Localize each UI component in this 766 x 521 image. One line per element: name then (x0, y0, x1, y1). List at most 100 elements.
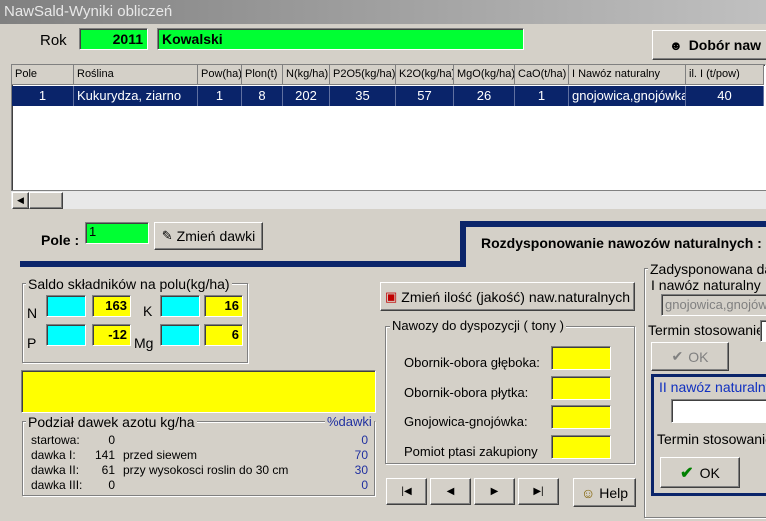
prev-icon: ◀ (446, 486, 455, 497)
column-header[interactable]: K2O(kg/ha) (396, 65, 454, 85)
table-cell[interactable]: 26 (454, 86, 515, 106)
zmien-dawki-button[interactable]: ✎ Zmień dawki (154, 222, 263, 250)
table-cell[interactable]: 57 (396, 86, 454, 106)
column-header[interactable]: Roślina (74, 65, 198, 85)
name-input[interactable]: Kowalski (157, 28, 524, 50)
pole-input[interactable]: 1 (85, 222, 149, 244)
podzial-row-pct: 70 (354, 448, 368, 462)
column-header[interactable]: Pole (12, 65, 74, 85)
podzial-title: Podział dawek azotu kg/ha (26, 414, 197, 430)
column-header[interactable]: MgO(kg/ha) (454, 65, 515, 85)
zadysponowana-title: Zadysponowana da (648, 261, 766, 277)
mg-value[interactable]: 6 (204, 324, 243, 346)
table-cell[interactable]: 1 (12, 86, 74, 106)
nawoz-item-label: Gnojowica-gnojówka: (404, 414, 528, 429)
podzial-row-desc: przy wysokosci roslin do 30 cm (123, 463, 289, 477)
ok2-label: OK (699, 464, 720, 481)
ok-label: OK (688, 348, 709, 365)
column-header[interactable]: Plon(t) (242, 65, 283, 85)
check-icon: ✔ (671, 348, 684, 364)
podzial-row-label: startowa: (31, 433, 80, 447)
i-nawoz-field[interactable]: gnojowica,gnojów (661, 294, 766, 316)
nav-last-button[interactable]: ▶| (518, 478, 559, 505)
dobor-icon: ☻ (669, 37, 683, 53)
column-header[interactable]: CaO(t/ha) (515, 65, 569, 85)
help-icon: ☺ (580, 484, 596, 501)
first-icon: |◀ (401, 486, 412, 497)
column-header[interactable]: N(kg/ha) (283, 65, 330, 85)
blue-divider (20, 261, 466, 267)
check-green-icon: ✔ (680, 464, 694, 482)
p-cyan-field[interactable] (46, 324, 86, 346)
results-table[interactable]: Pole Roślina Pow(ha) Plon(t) N(kg/ha) P2O5(kg… (11, 64, 766, 191)
ok-button[interactable]: ✔ OK (660, 457, 740, 488)
podzial-pct-title: %dawki (325, 414, 374, 429)
scroll-left-icon[interactable]: ◀ (12, 192, 29, 209)
column-header[interactable]: I Nawóz naturalny (569, 65, 686, 85)
message-box (21, 370, 376, 413)
podzial-row-pct: 0 (361, 433, 368, 447)
table-cell[interactable]: 40 (686, 86, 764, 106)
table-cell[interactable]: Kukurydza, ziarno (74, 86, 198, 106)
i-nawoz-label: I nawóz naturalny (651, 277, 761, 293)
next-icon: ▶ (490, 486, 499, 497)
zmien-ilosc-label: Zmień ilość (jakość) naw.naturalnych (401, 288, 631, 305)
table-cell[interactable]: 35 (330, 86, 396, 106)
n-value[interactable]: 163 (92, 295, 131, 317)
nawoz-item-label: Obornik-obora płytka: (404, 385, 529, 400)
nav-prev-button[interactable]: ◀ (430, 478, 471, 505)
help-button[interactable]: ☺ Help (573, 478, 636, 507)
scroll-thumb[interactable] (29, 192, 63, 209)
zmien-ilosc-button[interactable]: ▣ Zmień ilość (jakość) naw.naturalnych (380, 282, 635, 311)
nawoz-item-label: Pomiot ptasi zakupiony (404, 444, 538, 459)
n-cyan-field[interactable] (46, 295, 86, 317)
mg-cyan-field[interactable] (160, 324, 200, 346)
termin-field[interactable] (760, 320, 766, 342)
saldo-title: Saldo składników na polu(kg/ha) (26, 276, 232, 292)
window-title: NawSald-Wyniki obliczeń (0, 0, 766, 24)
table-cell[interactable]: 1 (198, 86, 242, 106)
horizontal-scrollbar[interactable]: ◀ (11, 190, 766, 209)
dobor-button-label: Dobór naw (688, 37, 762, 53)
rok-input[interactable]: 2011 (79, 28, 148, 50)
rok-label: Rok (40, 32, 67, 49)
podzial-row-value: 0 (108, 433, 115, 447)
nawoz-item-field[interactable] (551, 435, 611, 459)
edit-icon: ✎ (161, 228, 173, 243)
table-cell[interactable]: 8 (242, 86, 283, 106)
nawoz-item-field[interactable] (551, 346, 611, 370)
table-cell[interactable]: gnojowica,gnojówka (569, 86, 686, 106)
column-header[interactable]: Pow(ha) (198, 65, 242, 85)
k-value[interactable]: 16 (204, 295, 243, 317)
k-cyan-field[interactable] (160, 295, 200, 317)
dobor-button[interactable]: ☻ Dobór naw (652, 30, 766, 60)
nav-first-button[interactable]: |◀ (386, 478, 427, 505)
nawoz-item-label: Obornik-obora głęboka: (404, 355, 540, 370)
termin2-label: Termin stosowanie (657, 431, 766, 447)
n-label: N (27, 305, 38, 321)
p-value[interactable]: -12 (92, 324, 131, 346)
podzial-row-desc: przed siewem (123, 448, 198, 462)
podzial-row-pct: 30 (354, 463, 368, 477)
nawoz-item-field[interactable] (551, 405, 611, 429)
blue-divider-vertical (460, 221, 466, 267)
nav-next-button[interactable]: ▶ (474, 478, 515, 505)
k-label: K (143, 303, 153, 319)
p-label: P (27, 335, 37, 351)
table-cell[interactable]: 202 (283, 86, 330, 106)
ok-button-disabled[interactable]: ✔ OK (651, 342, 729, 371)
ii-nawoz-field[interactable] (671, 399, 766, 423)
podzial-row-label: dawka I: (31, 448, 76, 462)
termin-label: Termin stosowanie (648, 322, 764, 338)
podzial-row-pct: 0 (361, 478, 368, 492)
column-header[interactable]: il. I (t/pow) (686, 65, 764, 85)
podzial-row-label: dawka II: (31, 463, 80, 477)
blue-divider-top (460, 221, 766, 227)
podzial-row-value: 0 (108, 478, 115, 492)
nawoz-item-field[interactable] (551, 376, 611, 400)
column-header[interactable]: P2O5(kg/ha) (330, 65, 396, 85)
edit-doc-icon: ▣ (384, 288, 398, 304)
table-cell[interactable]: 1 (515, 86, 569, 106)
podzial-row-value: 141 (95, 448, 116, 462)
mg-label: Mg (134, 335, 154, 351)
